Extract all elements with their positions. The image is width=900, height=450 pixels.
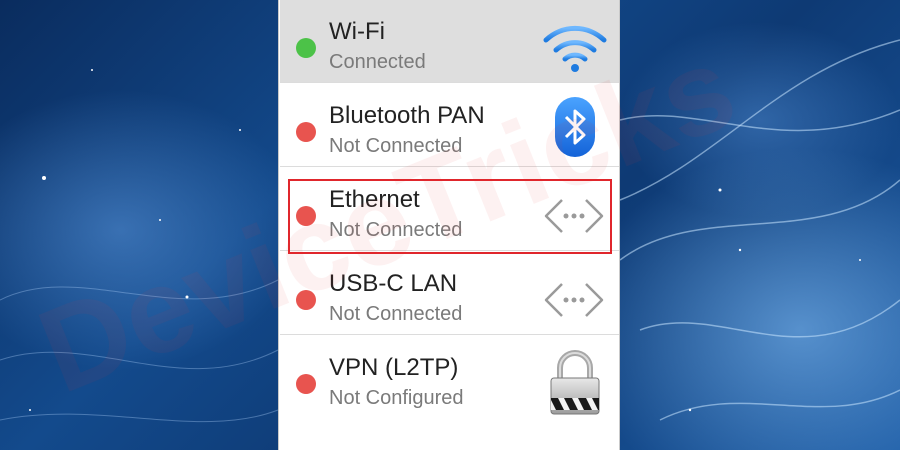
bluetooth-icon [555, 97, 595, 157]
status-dot-disconnected [296, 290, 316, 310]
status-dot-disconnected [296, 122, 316, 142]
network-status: Not Connected [329, 303, 463, 325]
network-row-usb-c-lan[interactable]: USB-C LAN Not Connected [280, 252, 619, 335]
network-name: Bluetooth PAN [329, 102, 485, 129]
network-row-vpn-l2tp[interactable]: VPN (L2TP) Not Configured [280, 336, 619, 419]
network-status: Not Connected [329, 135, 463, 157]
status-dot-disconnected [296, 374, 316, 394]
network-row-bluetooth-pan[interactable]: Bluetooth PAN Not Connected [280, 84, 619, 167]
lock-icon [550, 350, 600, 415]
network-row-wifi[interactable]: Wi-Fi Connected [280, 0, 619, 83]
network-status: Connected [329, 51, 426, 73]
network-name: USB-C LAN [329, 270, 458, 297]
wifi-icon [543, 25, 607, 72]
ethernet-highlight-box [288, 179, 612, 254]
network-status: Not Configured [329, 387, 464, 409]
network-name: Wi-Fi [329, 18, 385, 45]
ethernet-icon [544, 283, 604, 317]
network-name: VPN (L2TP) [329, 354, 459, 381]
status-dot-connected [296, 38, 316, 58]
